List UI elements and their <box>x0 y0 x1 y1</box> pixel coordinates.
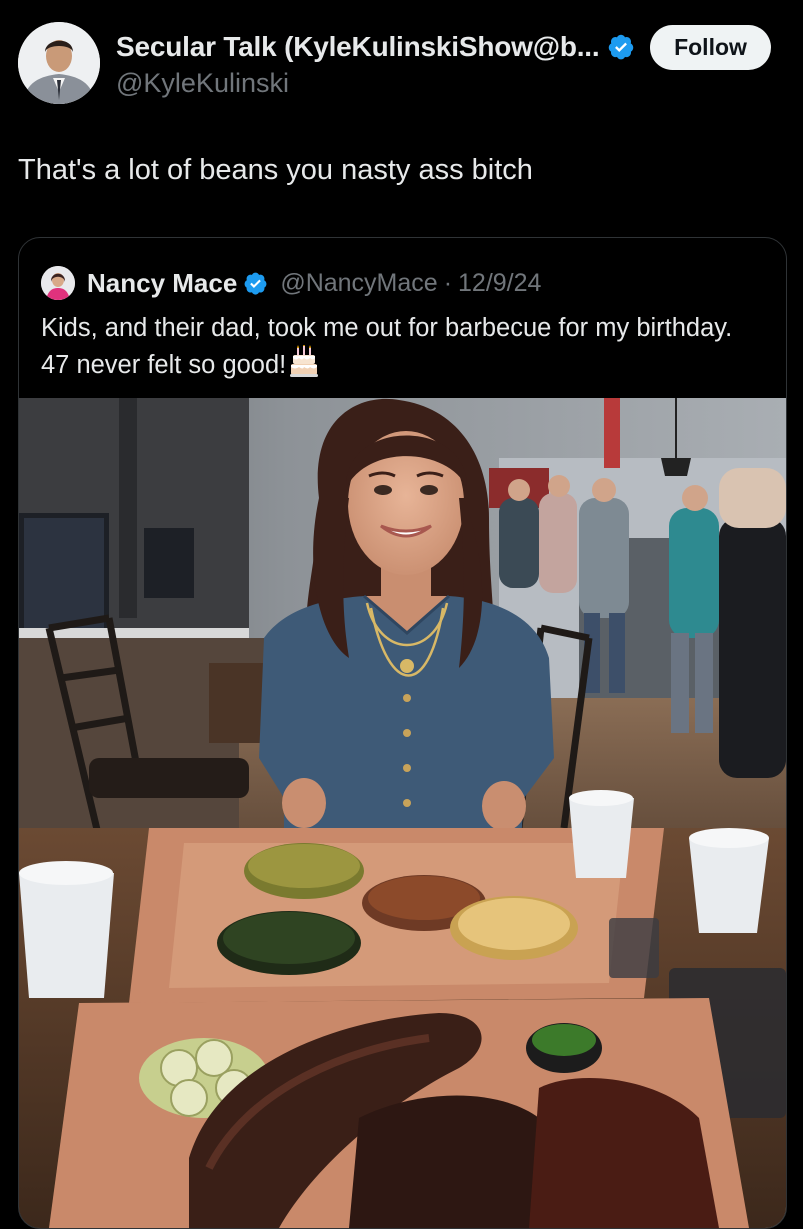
author-name-row: Secular Talk (KyleKulinskiShow@b... <box>116 28 635 66</box>
quoted-author-avatar[interactable] <box>41 266 75 300</box>
quoted-date[interactable]: 12/9/24 <box>458 269 541 298</box>
quoted-text-body: Kids, and their dad, took me out for bar… <box>41 314 733 379</box>
follow-button[interactable]: Follow <box>650 25 771 70</box>
quoted-header: Nancy Mace @NancyMace · 12/9/24 <box>87 265 541 301</box>
birthday-cake-icon <box>290 344 319 386</box>
tweet: Secular Talk (KyleKulinskiShow@b... @Kyl… <box>0 0 803 1229</box>
verified-badge-icon <box>607 33 635 61</box>
quoted-handle[interactable]: @NancyMace <box>280 269 437 298</box>
profile-photo-icon <box>18 22 100 104</box>
quoted-tweet[interactable]: Nancy Mace @NancyMace · 12/9/24 Kids, and … <box>18 237 787 1229</box>
photo-illustration <box>19 398 786 1228</box>
author-avatar[interactable] <box>18 22 100 104</box>
author-handle[interactable]: @KyleKulinski <box>116 68 289 99</box>
verified-badge-icon <box>243 271 268 296</box>
tweet-text: That's a lot of beans you nasty ass bitc… <box>18 154 533 186</box>
profile-photo-icon <box>41 266 75 300</box>
separator-dot: · <box>443 268 453 297</box>
quoted-display-name[interactable]: Nancy Mace <box>87 268 237 299</box>
barbecue-meal-photo[interactable] <box>19 398 786 1228</box>
author-display-name[interactable]: Secular Talk (KyleKulinskiShow@b... <box>116 31 600 63</box>
quoted-text: Kids, and their dad, took me out for bar… <box>41 311 761 386</box>
